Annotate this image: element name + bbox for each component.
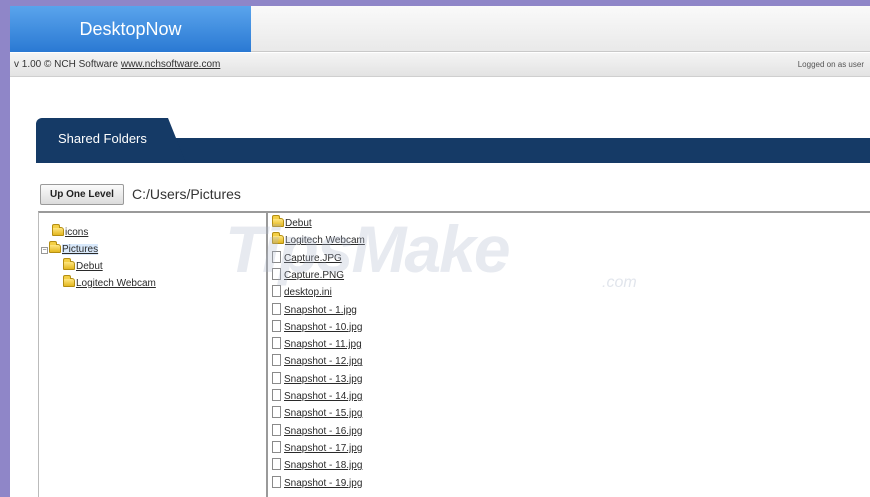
folder-icon (63, 258, 75, 270)
file-name: Logitech Webcam (285, 235, 365, 247)
up-one-level-button[interactable]: Up One Level (40, 184, 124, 205)
file-name: Snapshot - 17.jpg (284, 442, 363, 454)
tree-item-label: Pictures (62, 244, 99, 255)
tree-item[interactable]: Logitech Webcam (63, 275, 156, 292)
file-list-item[interactable]: Snapshot - 17.jpg (272, 440, 362, 457)
file-icon (272, 250, 281, 263)
browser-panels: icons − Pictures Debut Logitech Webcam Debut… (38, 211, 870, 497)
watermark-suffix: .com (602, 274, 637, 291)
file-icon (272, 337, 281, 350)
file-list: Debut Logitech Webcam Capture.JPG Capture.P… (270, 213, 870, 497)
file-list-item[interactable]: Capture.PNG (272, 267, 344, 284)
file-name: Snapshot - 15.jpg (284, 408, 363, 420)
file-list-item[interactable]: Debut (272, 215, 312, 232)
file-name: Capture.JPG (284, 252, 342, 264)
top-bar: DesktopNow (10, 6, 870, 52)
file-icon (272, 285, 281, 298)
file-list-item[interactable]: Snapshot - 10.jpg (272, 319, 362, 336)
file-icon (272, 354, 281, 367)
tree-item-label: icons (65, 227, 89, 238)
file-list-item[interactable]: Capture.JPG (272, 250, 342, 267)
collapse-icon[interactable]: − (41, 247, 48, 254)
file-icon (272, 406, 281, 419)
file-name: Capture.PNG (284, 269, 345, 281)
tree-item[interactable]: icons (52, 224, 88, 241)
file-list-item[interactable]: Snapshot - 1.jpg (272, 302, 357, 319)
file-list-item[interactable]: Snapshot - 11.jpg (272, 336, 362, 353)
file-name: Snapshot - 1.jpg (284, 304, 357, 316)
file-name: Snapshot - 19.jpg (284, 477, 363, 489)
version-info: v 1.00 © NCH Software www.nchsoftware.co… (14, 53, 220, 77)
file-icon (272, 267, 281, 280)
folder-icon (272, 232, 284, 245)
file-list-item[interactable]: Snapshot - 14.jpg (272, 388, 362, 405)
file-icon (272, 371, 281, 384)
file-list-item[interactable]: Snapshot - 18.jpg (272, 457, 362, 474)
file-list-item[interactable]: Snapshot - 13.jpg (272, 371, 362, 388)
tree-item-label: Logitech Webcam (76, 278, 156, 289)
file-name: Snapshot - 18.jpg (284, 460, 363, 472)
tab-shared-folders[interactable]: Shared Folders (36, 118, 186, 163)
file-name: Snapshot - 11.jpg (284, 339, 362, 351)
current-path: C:/Users/Pictures (132, 186, 241, 202)
folder-tree: icons − Pictures Debut Logitech Webcam (39, 213, 268, 497)
file-icon (272, 423, 281, 436)
info-bar: v 1.00 © NCH Software www.nchsoftware.co… (10, 53, 870, 77)
file-list-item[interactable]: Snapshot - 15.jpg (272, 405, 362, 422)
folder-icon (63, 275, 75, 287)
tree-item[interactable]: − Pictures (41, 241, 99, 258)
folder-icon (52, 224, 64, 236)
file-icon (272, 319, 281, 332)
file-list-item[interactable]: Snapshot - 16.jpg (272, 423, 362, 440)
file-list-item[interactable]: Logitech Webcam (272, 232, 365, 249)
file-icon (272, 389, 281, 401)
file-icon (272, 302, 281, 315)
file-list-item[interactable]: Snapshot - 12.jpg (272, 353, 362, 370)
tree-item-label: Debut (76, 261, 103, 272)
nch-website-link[interactable]: www.nchsoftware.com (121, 59, 220, 70)
file-name: Snapshot - 12.jpg (284, 356, 363, 368)
file-icon (272, 475, 281, 488)
file-name: desktop.ini (284, 287, 332, 299)
folder-icon (272, 215, 284, 227)
version-text: v 1.00 © NCH Software (14, 59, 119, 70)
file-name: Snapshot - 13.jpg (284, 373, 363, 385)
file-name: Snapshot - 16.jpg (284, 425, 363, 437)
file-icon (272, 440, 281, 453)
file-name: Debut (285, 218, 312, 229)
file-list-item[interactable]: desktop.ini (272, 284, 332, 301)
file-name: Snapshot - 10.jpg (284, 321, 363, 333)
app-window: DesktopNow v 1.00 © NCH Software www.nch… (10, 6, 870, 497)
tree-item[interactable]: Debut (63, 258, 103, 275)
folder-icon (49, 241, 61, 253)
file-name: Snapshot - 14.jpg (284, 391, 363, 402)
app-title[interactable]: DesktopNow (10, 6, 251, 52)
file-icon (272, 458, 281, 471)
file-list-item[interactable]: Snapshot - 19.jpg (272, 475, 362, 492)
logged-on-status: Logged on as user (797, 60, 864, 69)
